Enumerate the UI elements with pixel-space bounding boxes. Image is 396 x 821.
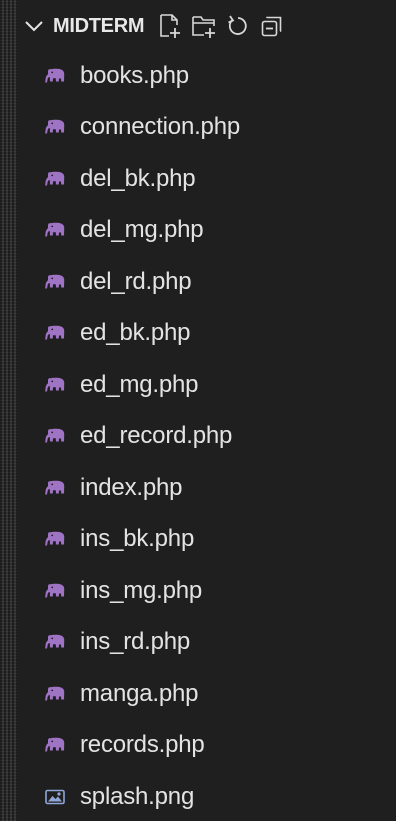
left-edge-strip [0, 0, 17, 821]
file-item[interactable]: books.php [17, 50, 396, 102]
file-name: del_rd.php [80, 267, 192, 295]
file-item[interactable]: splash.png [17, 771, 396, 821]
php-elephant-icon [44, 737, 66, 753]
php-elephant-icon [44, 119, 66, 135]
file-item[interactable]: del_mg.php [17, 205, 396, 257]
file-name: index.php [80, 473, 183, 501]
file-list: books.php connection.php del_bk.php del_… [17, 50, 396, 821]
file-item[interactable]: index.php [17, 462, 396, 514]
php-elephant-icon [44, 480, 66, 496]
file-item[interactable]: connection.php [17, 102, 396, 154]
file-item[interactable]: ins_mg.php [17, 565, 396, 617]
file-name: ed_record.php [80, 422, 233, 450]
php-elephant-icon [44, 583, 66, 599]
file-item[interactable]: ed_bk.php [17, 308, 396, 360]
file-name: manga.php [80, 679, 199, 707]
php-elephant-icon [44, 428, 66, 444]
file-name: records.php [80, 731, 205, 759]
file-item[interactable]: ins_bk.php [17, 514, 396, 566]
php-elephant-icon [44, 686, 66, 702]
php-elephant-icon [44, 325, 66, 341]
section-actions [152, 10, 288, 42]
file-name: ins_bk.php [80, 525, 195, 553]
file-item[interactable]: del_bk.php [17, 153, 396, 205]
new-file-icon[interactable] [154, 10, 186, 42]
refresh-icon[interactable] [222, 10, 254, 42]
php-elephant-icon [44, 377, 66, 393]
file-name: ed_bk.php [80, 319, 191, 347]
new-folder-icon[interactable] [188, 10, 220, 42]
php-elephant-icon [44, 634, 66, 650]
file-name: ed_mg.php [80, 370, 199, 398]
file-name: splash.png [80, 782, 195, 810]
file-item[interactable]: ed_record.php [17, 411, 396, 463]
file-name: connection.php [80, 113, 240, 141]
php-elephant-icon [44, 274, 66, 290]
file-item[interactable]: ins_rd.php [17, 617, 396, 669]
php-elephant-icon [44, 222, 66, 238]
file-item[interactable]: records.php [17, 720, 396, 772]
section-title: MIDTERM [53, 14, 145, 37]
collapse-all-icon[interactable] [256, 10, 288, 42]
php-elephant-icon [44, 171, 66, 187]
explorer-section-header[interactable]: MIDTERM [17, 0, 396, 52]
file-item[interactable]: del_rd.php [17, 256, 396, 308]
explorer-panel: MIDTERM books.php connection.php del_bk.… [0, 0, 396, 821]
file-name: books.php [80, 61, 189, 89]
file-name: ins_rd.php [80, 628, 191, 656]
file-item[interactable]: ed_mg.php [17, 359, 396, 411]
file-item[interactable]: manga.php [17, 668, 396, 720]
file-name: ins_mg.php [80, 576, 203, 604]
chevron-down-icon[interactable] [21, 13, 47, 39]
file-name: del_bk.php [80, 164, 196, 192]
image-file-icon [44, 789, 66, 805]
php-elephant-icon [44, 68, 66, 84]
file-name: del_mg.php [80, 216, 204, 244]
php-elephant-icon [44, 531, 66, 547]
